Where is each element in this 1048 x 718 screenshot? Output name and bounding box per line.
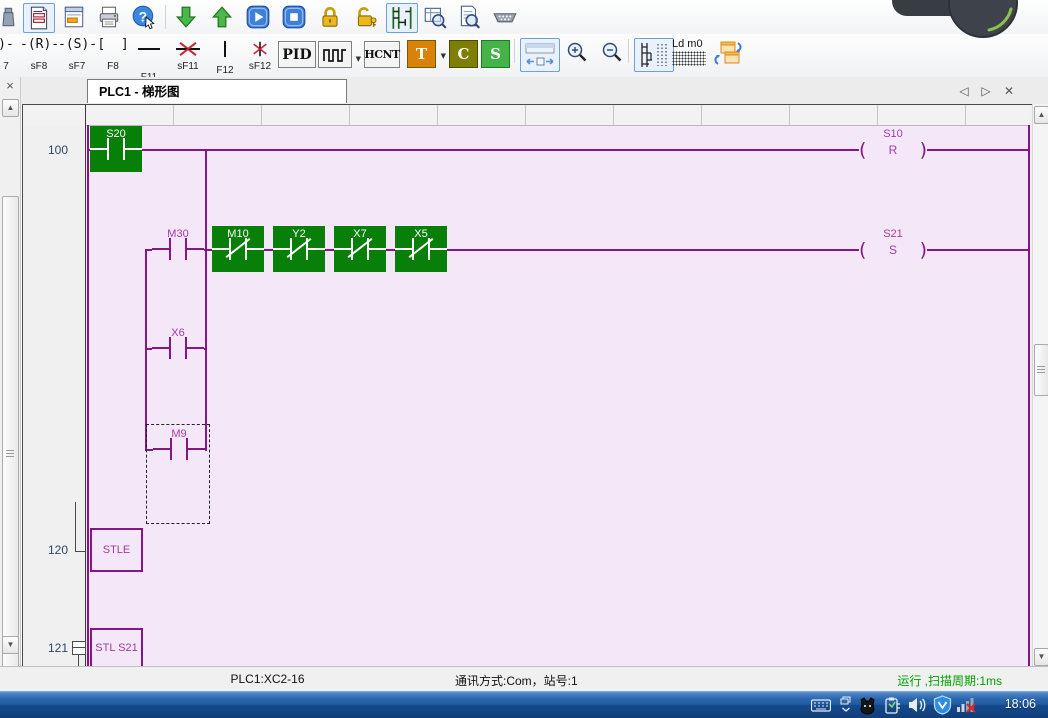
contact-y2[interactable]: Y2: [273, 226, 325, 272]
scrollbar-thumb[interactable]: [1034, 344, 1048, 396]
grid-header: [23, 105, 1030, 126]
find-icon[interactable]: [454, 3, 484, 31]
timer-icon[interactable]: T ▼: [407, 40, 436, 68]
download-icon[interactable]: [171, 3, 201, 31]
delete-vertical-line-icon[interactable]: sF12: [243, 37, 277, 72]
safely-remove-icon[interactable]: [882, 694, 904, 716]
plc-model-label: PLC1:XC2-16: [190, 672, 345, 686]
instruction-list-icon[interactable]: Ld m0: [672, 38, 708, 66]
coil-set-icon[interactable]: -(S)- sF7: [58, 37, 96, 72]
delete-horizontal-line-icon[interactable]: sF11: [170, 37, 206, 72]
report-view-icon[interactable]: [23, 3, 55, 33]
pulse-icon[interactable]: ▼: [318, 41, 352, 68]
ladder-editor: 100 120 121 S20 M30 M10 Y2: [22, 104, 1033, 667]
toolbar-separator: [165, 5, 166, 29]
security-shield-icon[interactable]: [931, 694, 953, 716]
vertical-line-icon[interactable]: F12: [210, 37, 240, 76]
branch-right-wire: [205, 149, 207, 451]
data-monitor-icon[interactable]: [420, 3, 450, 31]
tab-scroll-left-button[interactable]: ◁: [955, 83, 973, 99]
hcnt-icon[interactable]: HCNT: [364, 41, 400, 68]
zoom-in-icon[interactable]: [562, 38, 592, 66]
pulse-dropdown-icon[interactable]: ▼: [356, 54, 361, 63]
dock-close-button[interactable]: ×: [3, 79, 17, 93]
ladder-monitor-icon[interactable]: [386, 3, 418, 33]
scroll-up-button[interactable]: ▲: [1034, 106, 1048, 124]
contact-x6[interactable]: X6: [152, 325, 204, 371]
dock-scroll-up-button[interactable]: ▲: [2, 99, 19, 117]
keyboard-icon[interactable]: [810, 694, 832, 716]
help-icon[interactable]: ?: [129, 3, 159, 31]
coil-partial-glyph: )-: [0, 37, 15, 61]
state-icon[interactable]: S: [481, 40, 510, 68]
taskbar[interactable]: 18:06: [0, 691, 1048, 718]
show-hidden-icons-button[interactable]: [838, 694, 854, 716]
stop-icon[interactable]: [279, 3, 309, 31]
right-power-rail: [1028, 125, 1030, 666]
network-icon[interactable]: [956, 694, 978, 716]
contact-x7[interactable]: X7: [334, 226, 386, 272]
column-width-icon[interactable]: [520, 38, 560, 72]
lock-icon[interactable]: [315, 3, 345, 31]
run-icon[interactable]: [243, 3, 273, 31]
tab-close-button[interactable]: ✕: [1000, 83, 1018, 99]
timer-dropdown-icon[interactable]: ▼: [441, 51, 446, 60]
branch-left-wire: [145, 249, 147, 451]
left-power-rail: [87, 125, 89, 666]
volume-icon[interactable]: [906, 694, 928, 716]
upload-icon[interactable]: [207, 3, 237, 31]
convert-icon[interactable]: [710, 38, 744, 70]
instruction-dots: [672, 51, 706, 66]
counter-icon[interactable]: C ▼: [449, 40, 478, 68]
output-window-icon[interactable]: [59, 3, 89, 31]
left-dock-strip: × ▲ ▼: [0, 77, 21, 666]
ladder-canvas[interactable]: [86, 125, 1030, 666]
tool-partial-icon[interactable]: [0, 3, 18, 31]
com-port-icon[interactable]: [490, 3, 520, 31]
coil-s21-set[interactable]: S21 ( S ): [859, 226, 927, 272]
vertical-scrollbar[interactable]: ▲ ▼: [1032, 104, 1048, 666]
function-bracket-icon[interactable]: [ ] F8: [97, 37, 129, 72]
dock-scroll-down-button[interactable]: ▼: [2, 636, 19, 654]
selection-box: [146, 424, 210, 524]
contact-s20[interactable]: S20: [90, 126, 142, 172]
row-number-120: 120: [28, 543, 68, 557]
print-icon[interactable]: [94, 3, 124, 31]
contact-x5[interactable]: X5: [395, 226, 447, 272]
row-number-100: 100: [28, 143, 68, 157]
run-status-label: 运行 ,扫描周期:1ms: [897, 672, 1002, 689]
zoom-out-icon[interactable]: [597, 38, 627, 66]
app-window: ?: [0, 0, 1048, 718]
tab-strip: PLC1 - 梯形图 ◁ ▷ ✕: [20, 77, 1048, 104]
contact-m10[interactable]: M10: [212, 226, 264, 272]
status-bar: PLC1:XC2-16 通讯方式:Com，站号:1 运行 ,扫描周期:1ms: [0, 666, 1048, 692]
coil-reset-icon[interactable]: -(R)- sF8: [20, 37, 58, 72]
taskbar-clock[interactable]: 18:06: [1005, 697, 1036, 711]
tab-scroll-right-button[interactable]: ▷: [977, 83, 995, 99]
scroll-down-button[interactable]: ▼: [1034, 648, 1048, 666]
row-number-margin: [23, 125, 85, 666]
stl-s21-block[interactable]: STL S21: [90, 628, 143, 666]
coil-s10-reset[interactable]: S10 ( R ): [859, 126, 927, 172]
stle-block[interactable]: STLE: [90, 528, 143, 572]
screen-recorder-widget[interactable]: [888, 0, 1048, 42]
ladder-view-icon[interactable]: [634, 38, 674, 72]
comm-mode-label: 通讯方式:Com，站号:1: [455, 672, 578, 689]
unlock-icon[interactable]: [351, 3, 381, 31]
fold-marker[interactable]: [72, 641, 86, 655]
pid-icon[interactable]: PID: [278, 41, 316, 68]
row-number-121: 121: [28, 641, 68, 655]
contact-m30[interactable]: M30: [152, 226, 204, 272]
fold-bracket-end: [75, 502, 85, 552]
coil-partial-icon[interactable]: )- 7: [0, 37, 15, 72]
tab-plc1-ladder[interactable]: PLC1 - 梯形图: [87, 79, 347, 103]
input-method-icon[interactable]: [856, 694, 878, 716]
